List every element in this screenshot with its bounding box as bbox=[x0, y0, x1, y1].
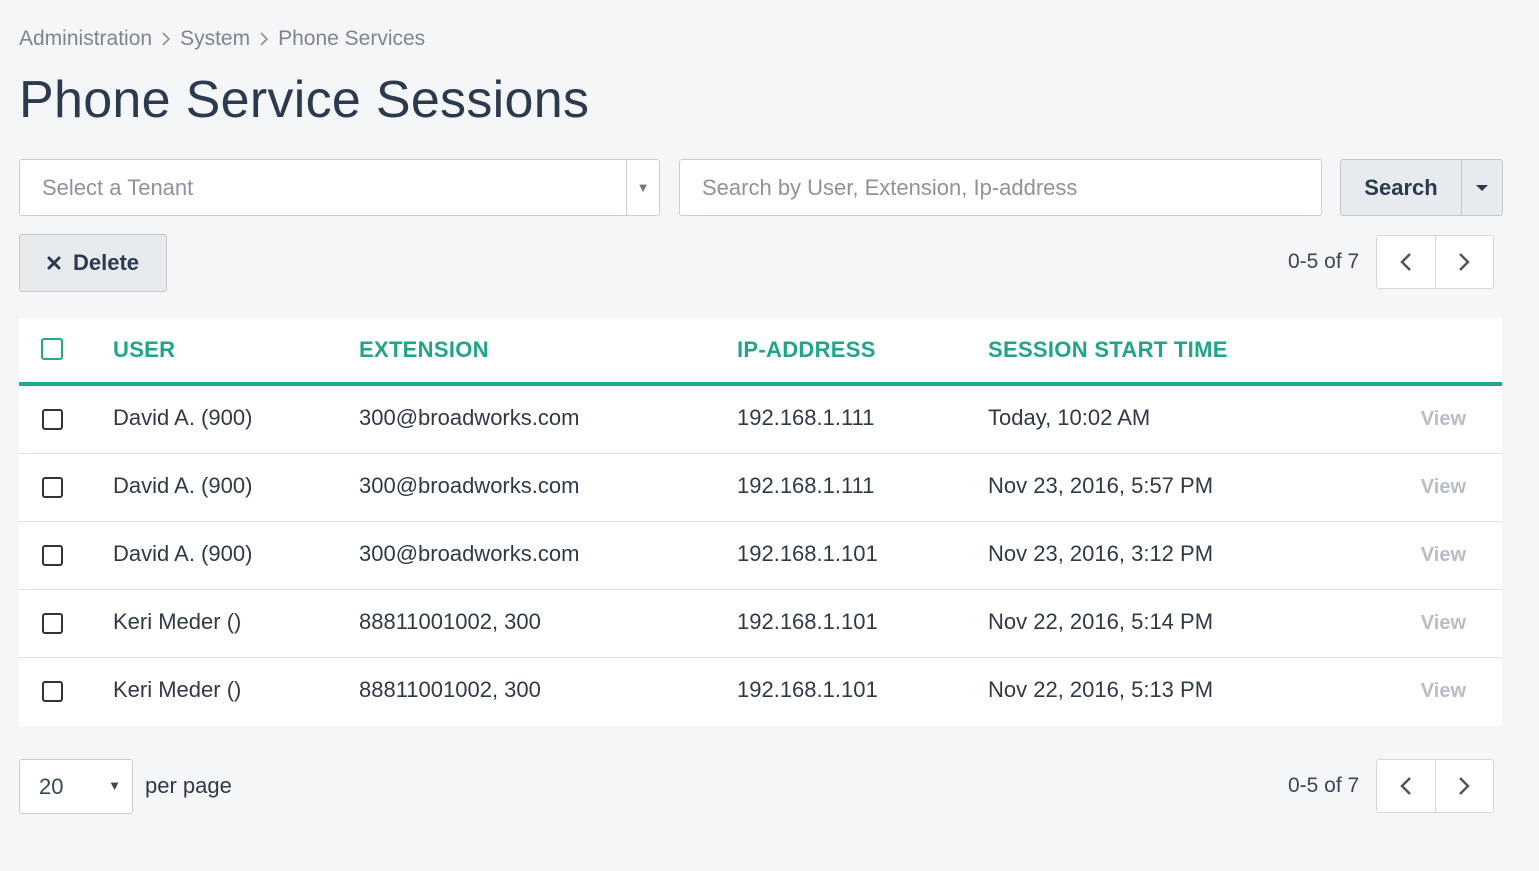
cell-session-start-time: Nov 23, 2016, 5:57 PM bbox=[988, 473, 1214, 498]
delete-button[interactable]: Delete bbox=[19, 234, 167, 292]
table-row: Keri Meder () 88811001002, 300 192.168.1… bbox=[19, 658, 1502, 726]
search-options-dropdown[interactable] bbox=[1462, 160, 1502, 215]
cell-session-start-time: Nov 23, 2016, 3:12 PM bbox=[988, 541, 1214, 566]
cell-ip-address: 192.168.1.111 bbox=[737, 473, 875, 498]
breadcrumb-item-system[interactable]: System bbox=[180, 27, 250, 51]
prev-page-button[interactable] bbox=[1377, 236, 1436, 288]
cell-ip-address: 192.168.1.101 bbox=[737, 609, 878, 634]
cell-user: David A. (900) bbox=[113, 473, 253, 498]
prev-page-button[interactable] bbox=[1377, 760, 1436, 812]
table-header: USER EXTENSION IP-ADDRESS SESSION START … bbox=[19, 318, 1502, 386]
pagination-top: 0-5 of 7 bbox=[1288, 235, 1495, 289]
pagination-range: 0-5 of 7 bbox=[1288, 774, 1360, 797]
caret-down-icon bbox=[1476, 184, 1488, 191]
table-row: David A. (900) 300@broadworks.com 192.16… bbox=[19, 386, 1502, 454]
next-page-button[interactable] bbox=[1436, 760, 1494, 812]
cell-session-start-time: Nov 22, 2016, 5:13 PM bbox=[988, 677, 1214, 702]
search-input[interactable] bbox=[679, 159, 1322, 216]
chevron-left-icon bbox=[1400, 777, 1411, 795]
column-header-extension[interactable]: EXTENSION bbox=[359, 337, 489, 363]
cell-extension: 88811001002, 300 bbox=[359, 677, 541, 702]
view-link[interactable]: View bbox=[1421, 680, 1466, 703]
row-checkbox[interactable] bbox=[42, 409, 63, 430]
view-link[interactable]: View bbox=[1421, 476, 1466, 499]
table-row: Keri Meder () 88811001002, 300 192.168.1… bbox=[19, 590, 1502, 658]
per-page-value: 20 bbox=[39, 774, 64, 799]
close-icon bbox=[47, 256, 61, 270]
cell-ip-address: 192.168.1.101 bbox=[737, 541, 878, 566]
row-checkbox[interactable] bbox=[42, 545, 63, 566]
view-link[interactable]: View bbox=[1421, 612, 1466, 635]
pagination-range: 0-5 of 7 bbox=[1288, 250, 1360, 273]
row-checkbox[interactable] bbox=[42, 681, 63, 702]
tenant-select-placeholder: Select a Tenant bbox=[42, 175, 194, 200]
cell-extension: 88811001002, 300 bbox=[359, 609, 541, 634]
cell-extension: 300@broadworks.com bbox=[359, 405, 580, 430]
row-checkbox[interactable] bbox=[42, 613, 63, 634]
cell-extension: 300@broadworks.com bbox=[359, 541, 580, 566]
next-page-button[interactable] bbox=[1436, 236, 1494, 288]
view-link[interactable]: View bbox=[1421, 408, 1466, 431]
column-header-ip-address[interactable]: IP-ADDRESS bbox=[737, 337, 876, 363]
breadcrumb-item-administration[interactable]: Administration bbox=[19, 27, 152, 51]
cell-extension: 300@broadworks.com bbox=[359, 473, 580, 498]
table-row: David A. (900) 300@broadworks.com 192.16… bbox=[19, 522, 1502, 590]
column-header-user[interactable]: USER bbox=[113, 337, 175, 363]
cell-session-start-time: Today, 10:02 AM bbox=[988, 405, 1151, 430]
view-link[interactable]: View bbox=[1421, 544, 1466, 567]
column-header-session-start-time[interactable]: SESSION START TIME bbox=[988, 337, 1228, 363]
table-row: David A. (900) 300@broadworks.com 192.16… bbox=[19, 454, 1502, 522]
breadcrumb-item-phone-services: Phone Services bbox=[278, 27, 426, 50]
pagination-bottom: 0-5 of 7 bbox=[1288, 759, 1495, 813]
cell-user: Keri Meder () bbox=[113, 677, 242, 702]
select-all-checkbox[interactable] bbox=[41, 338, 63, 360]
cell-user: Keri Meder () bbox=[113, 609, 242, 634]
chevron-right-icon bbox=[259, 32, 269, 46]
cell-user: David A. (900) bbox=[113, 541, 253, 566]
page-title: Phone Service Sessions bbox=[19, 71, 590, 129]
delete-button-label: Delete bbox=[72, 250, 140, 275]
cell-user: David A. (900) bbox=[113, 405, 253, 430]
per-page-select[interactable]: 20 ▼ bbox=[19, 759, 133, 814]
row-checkbox[interactable] bbox=[42, 477, 63, 498]
sessions-table: USER EXTENSION IP-ADDRESS SESSION START … bbox=[19, 318, 1502, 726]
caret-down-icon: ▼ bbox=[108, 778, 121, 793]
cell-ip-address: 192.168.1.101 bbox=[737, 677, 878, 702]
cell-session-start-time: Nov 22, 2016, 5:14 PM bbox=[988, 609, 1214, 634]
breadcrumb: Administration System Phone Services bbox=[19, 27, 425, 51]
chevron-left-icon bbox=[1400, 253, 1411, 271]
cell-ip-address: 192.168.1.111 bbox=[737, 405, 875, 430]
chevron-right-icon bbox=[161, 32, 171, 46]
tenant-select[interactable]: Select a Tenant ▼ bbox=[19, 159, 660, 216]
search-button[interactable]: Search bbox=[1341, 160, 1462, 215]
chevron-right-icon bbox=[1459, 777, 1471, 795]
chevron-right-icon bbox=[1459, 253, 1471, 271]
search-button-group: Search bbox=[1340, 159, 1503, 216]
per-page-label: per page bbox=[145, 773, 232, 798]
caret-down-icon[interactable]: ▼ bbox=[626, 160, 659, 215]
